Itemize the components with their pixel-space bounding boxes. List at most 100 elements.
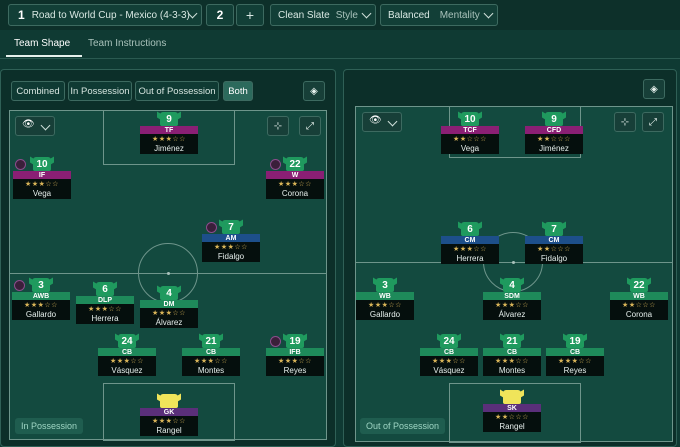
shirt-number: 7 [222, 220, 240, 234]
settings-button[interactable]: ◈ [643, 79, 665, 99]
star-rating: ★★☆☆☆ [441, 134, 499, 143]
star-rating: ★★★☆☆ [483, 356, 541, 365]
shirt-number: 9 [545, 112, 563, 126]
star-rating: ★★★☆☆ [266, 356, 324, 365]
player-name: Reyes [266, 365, 324, 376]
phase-label: Out of Possession [360, 418, 446, 434]
player-name: Gallardo [356, 309, 414, 320]
active-tab-indicator [6, 55, 82, 57]
grid-toggle-button[interactable]: ⊹ [267, 116, 289, 136]
player-card[interactable]: 10 IF ★★★☆☆ Vega [13, 157, 71, 199]
tab-team-instructions[interactable]: Team Instructions [88, 38, 166, 49]
role-badge: CB [483, 348, 541, 356]
role-badge: SDM [483, 292, 541, 300]
tab-team-shape[interactable]: Team Shape [14, 38, 70, 49]
mode-combined-button[interactable]: Combined [11, 81, 65, 101]
role-badge: AWB [12, 292, 70, 300]
tab-bar: Team Shape Team Instructions [0, 30, 680, 59]
role-badge: WB [610, 292, 668, 300]
player-card[interactable]: 7 CM ★★☆☆☆ Fidalgo [525, 222, 583, 264]
player-card[interactable]: 9 CFD ★★☆☆☆ Jiménez [525, 112, 583, 154]
mode-in-possession-button[interactable]: In Possession [68, 81, 132, 101]
role-familiarity-icon [270, 336, 281, 347]
star-rating: ★★☆☆☆ [525, 134, 583, 143]
star-rating: ★★★☆☆ [266, 179, 324, 188]
tactic-slot-button[interactable]: 2 [206, 4, 234, 26]
player-card[interactable]: 6 CM ★★★☆☆ Herrera [441, 222, 499, 264]
center-spot [167, 272, 170, 275]
add-tactic-button[interactable]: + [236, 4, 264, 26]
expand-button[interactable]: ⤢ [299, 116, 321, 136]
player-card[interactable]: 22 WB ★★☆☆☆ Corona [610, 278, 668, 320]
player-card[interactable]: 10 TCF ★★☆☆☆ Vega [441, 112, 499, 154]
expand-button[interactable]: ⤢ [642, 112, 664, 132]
role-badge: AM [202, 234, 260, 242]
slot-count: 2 [216, 8, 224, 22]
shirt-number: 9 [160, 112, 178, 126]
player-card[interactable]: 21 CB ★★★☆☆ Montes [182, 334, 240, 376]
player-name: Corona [266, 188, 324, 199]
player-card[interactable]: 3 AWB ★★★☆☆ Gallardo [12, 278, 70, 320]
player-card[interactable]: GK ★★★☆☆ Rangel [140, 394, 198, 436]
star-rating: ★★★☆☆ [546, 356, 604, 365]
player-card[interactable]: SK ★★☆☆☆ Rangel [483, 390, 541, 432]
role-badge: CB [546, 348, 604, 356]
star-rating: ★★★☆☆ [76, 304, 134, 313]
grid-toggle-button[interactable]: ⊹ [614, 112, 636, 132]
role-badge: CB [182, 348, 240, 356]
shirt-number: 6 [461, 222, 479, 236]
player-card[interactable]: 6 DLP ★★★☆☆ Herrera [76, 282, 134, 324]
player-name: Montes [483, 365, 541, 376]
role-badge: GK [140, 408, 198, 416]
player-card[interactable]: 24 CB ★★★☆☆ Vásquez [98, 334, 156, 376]
center-spot [512, 261, 515, 264]
goalkeeper-shirt [160, 394, 178, 408]
settings-button[interactable]: ◈ [303, 81, 325, 101]
shirt-number: 10 [33, 157, 51, 171]
player-name: Corona [610, 309, 668, 320]
role-familiarity-icon [270, 159, 281, 170]
shirt-number: 19 [286, 334, 304, 348]
player-card[interactable]: 19 IFB ★★★☆☆ Reyes [266, 334, 324, 376]
role-familiarity-icon [206, 222, 217, 233]
player-card[interactable]: 7 AM ★★★☆☆ Fidalgo [202, 220, 260, 262]
role-familiarity-icon [15, 159, 26, 170]
visibility-toggle[interactable]: 👁 [362, 112, 402, 132]
mode-both-button[interactable]: Both [223, 81, 253, 101]
visibility-toggle[interactable]: 👁 [15, 116, 55, 136]
player-card[interactable]: 22 W ★★★☆☆ Corona [266, 157, 324, 199]
tactic-selector[interactable]: 1 Road to World Cup - Mexico (4-3-3) [8, 4, 202, 26]
role-badge: IFB [266, 348, 324, 356]
player-card[interactable]: 24 CB ★★★☆☆ Vásquez [420, 334, 478, 376]
chevron-down-icon [361, 8, 372, 19]
player-name: Vega [13, 188, 71, 199]
player-name: Fidalgo [525, 253, 583, 264]
shirt-number: 24 [440, 334, 458, 348]
player-card[interactable]: 3 WB ★★★☆☆ Gallardo [356, 278, 414, 320]
player-card[interactable]: 21 CB ★★★☆☆ Montes [483, 334, 541, 376]
star-rating: ★★★☆☆ [140, 308, 198, 317]
player-card[interactable]: 9 TF ★★★☆☆ Jiménez [140, 112, 198, 154]
star-rating: ★★★☆☆ [356, 300, 414, 309]
player-name: Reyes [546, 365, 604, 376]
phase-label: In Possession [15, 418, 84, 434]
style-selector[interactable]: Clean Slate Style [270, 4, 376, 26]
shirt-number: 19 [566, 334, 584, 348]
player-card[interactable]: 19 CB ★★★☆☆ Reyes [546, 334, 604, 376]
role-badge: IF [13, 171, 71, 179]
mode-out-of-possession-button[interactable]: Out of Possession [135, 81, 219, 101]
player-card[interactable]: 4 DM ★★★☆☆ Álvarez [140, 286, 198, 328]
star-rating: ★★★☆☆ [202, 242, 260, 251]
player-card[interactable]: 4 SDM ★★★☆☆ Álvarez [483, 278, 541, 320]
plus-icon: + [245, 7, 255, 23]
shirt-number: 24 [118, 334, 136, 348]
tactic-name: Road to World Cup - Mexico (4-3-3) [31, 9, 190, 21]
role-badge: CM [441, 236, 499, 244]
role-badge: TF [140, 126, 198, 134]
role-badge: CM [525, 236, 583, 244]
role-badge: CFD [525, 126, 583, 134]
mentality-selector[interactable]: Balanced Mentality [380, 4, 498, 26]
tactics-toolbar: 1 Road to World Cup - Mexico (4-3-3) 2 +… [0, 0, 680, 30]
player-name: Rangel [483, 421, 541, 432]
star-rating: ★★☆☆☆ [483, 412, 541, 421]
